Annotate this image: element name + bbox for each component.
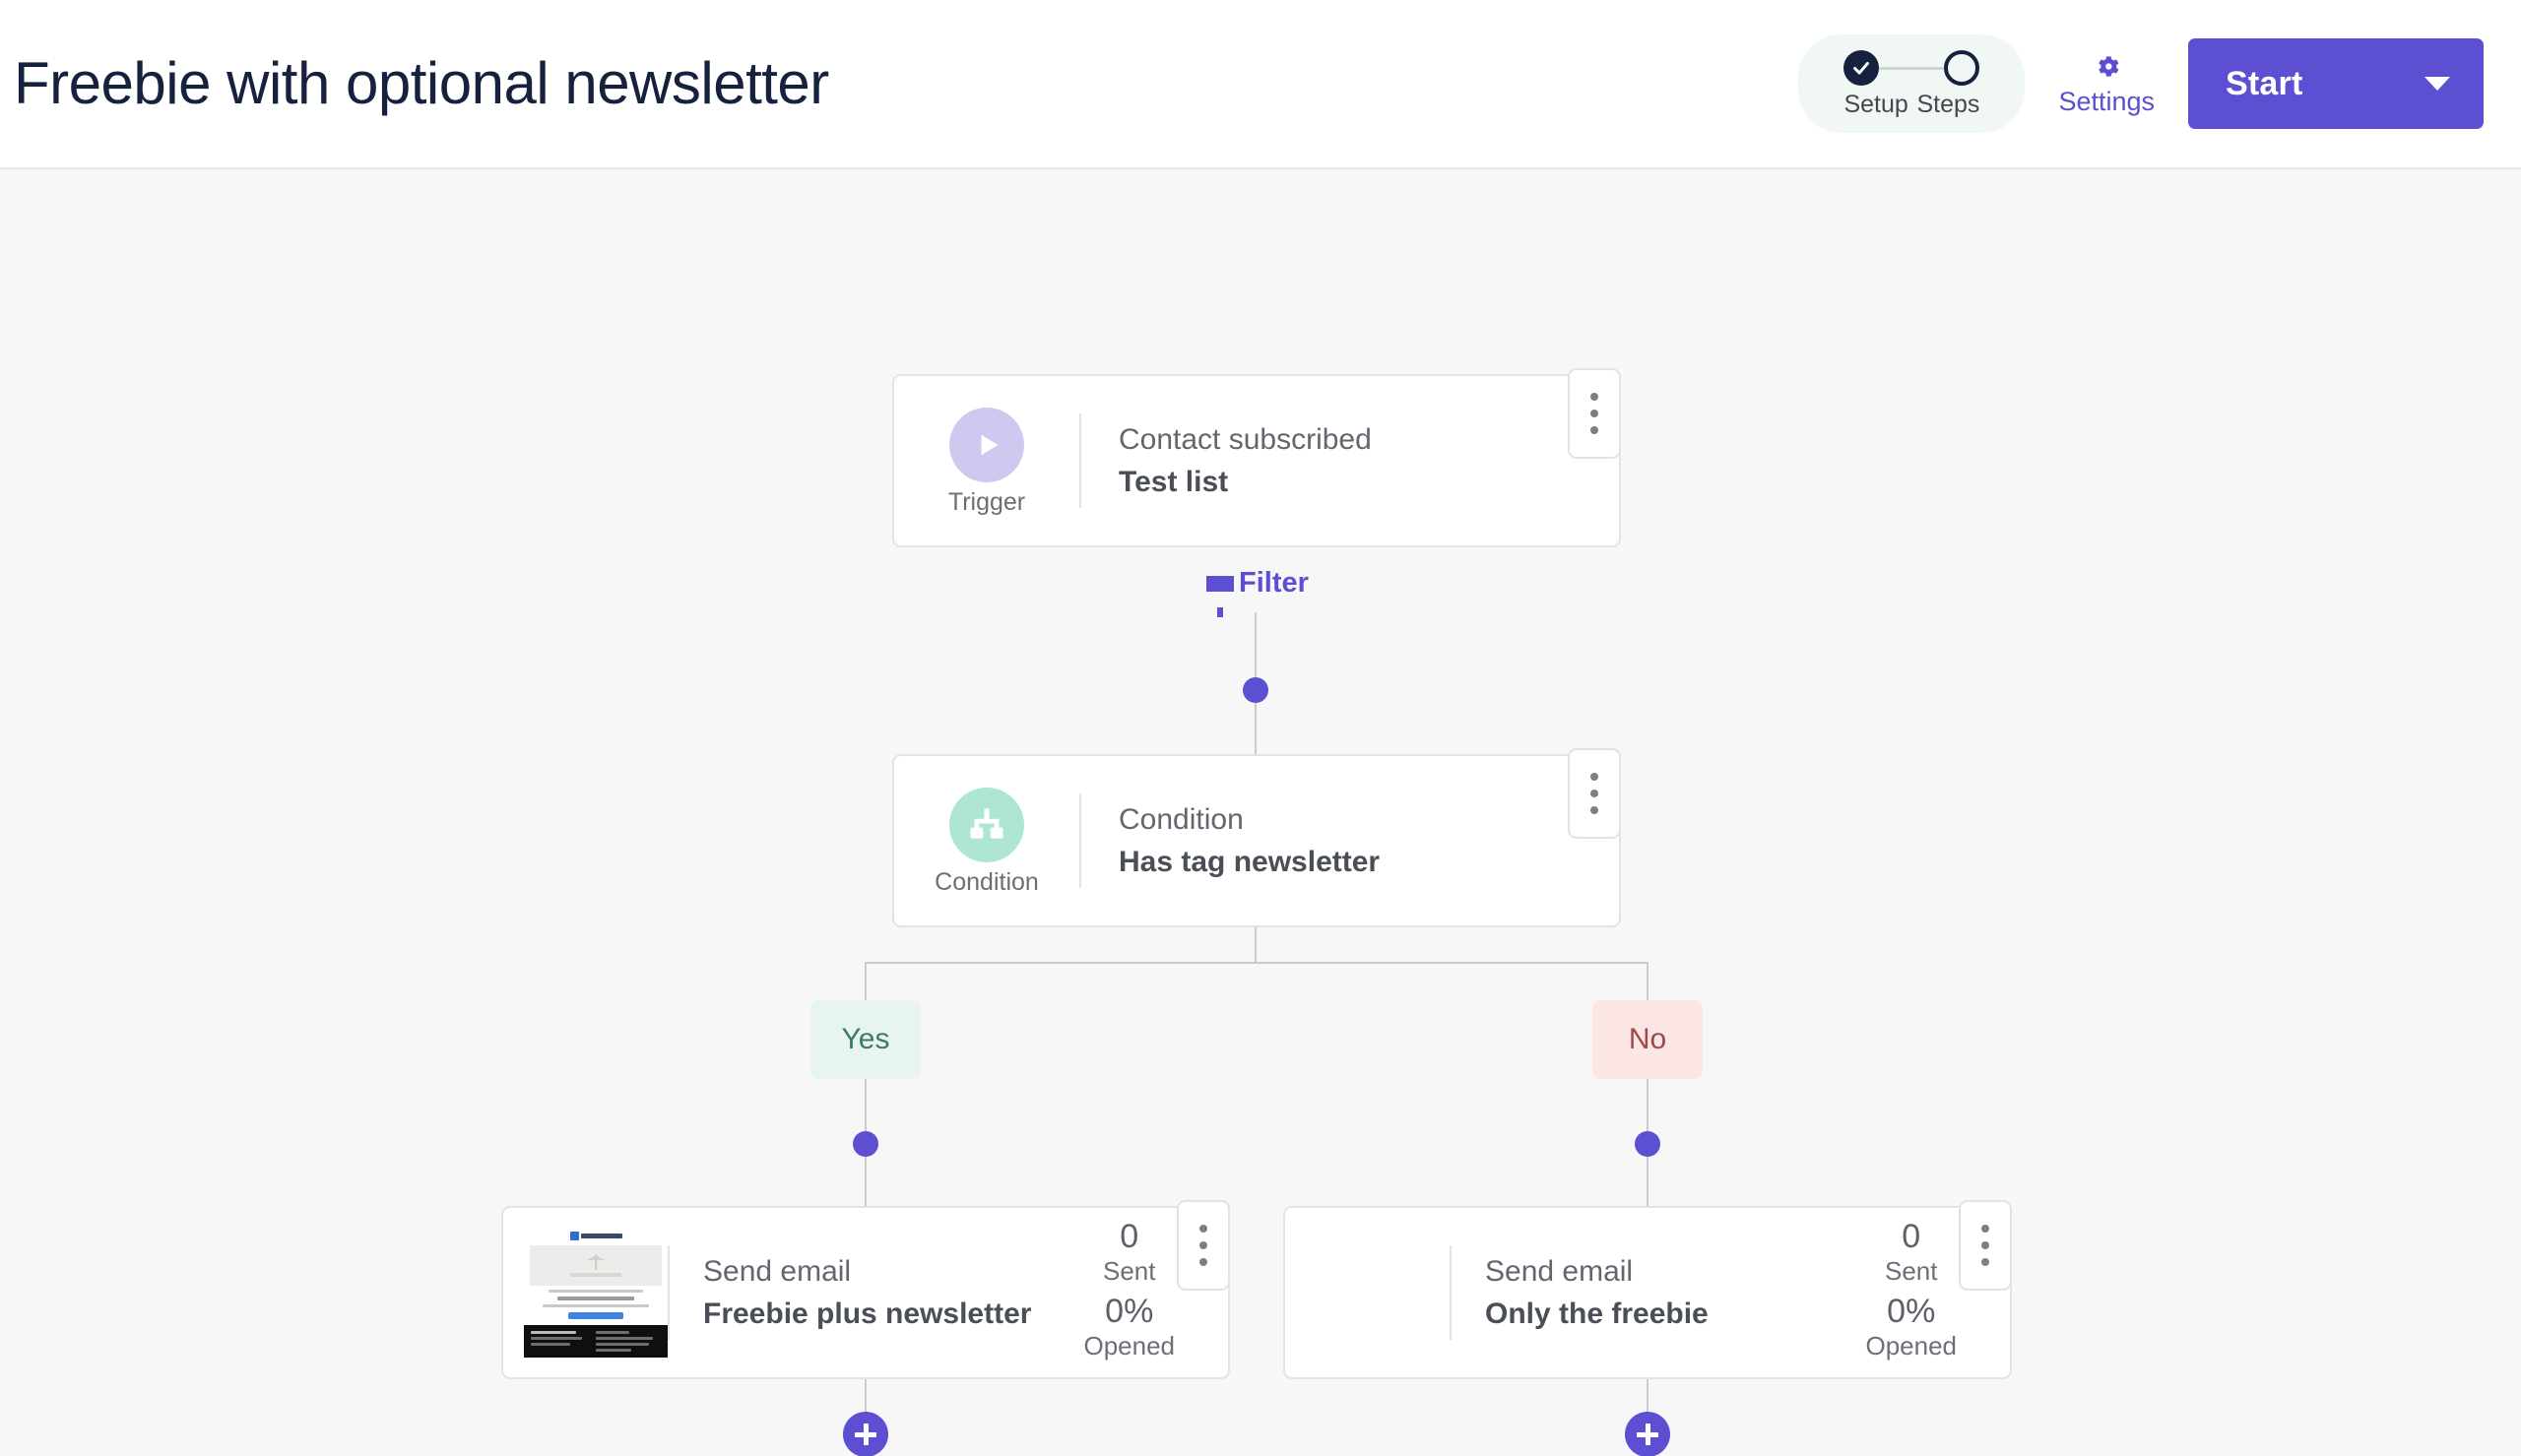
thumbnail-text-line	[549, 1289, 643, 1294]
condition-subtitle: Condition	[1119, 803, 1244, 837]
email-yes-opened-label: Opened	[1083, 1330, 1175, 1361]
trigger-kind-label: Trigger	[947, 487, 1026, 516]
thumbnail-footer	[524, 1325, 668, 1358]
progress-stepper: Setup Steps	[1798, 34, 2026, 133]
connector-branch-bar	[865, 962, 1648, 964]
start-button-label: Start	[2226, 64, 2303, 102]
connector-yes-down	[865, 1079, 867, 1134]
workflow-canvas: Trigger Contact subscribed Test list Fil…	[0, 169, 2521, 1456]
trigger-subtitle: Contact subscribed	[1119, 423, 1372, 457]
email-yes-subtitle: Send email	[703, 1255, 852, 1289]
app-header: Freebie with optional newsletter Setup S…	[0, 0, 2521, 169]
condition-title: Has tag newsletter	[1119, 845, 1381, 878]
page-title: Freebie with optional newsletter	[14, 50, 829, 116]
email-yes-title: Freebie plus newsletter	[703, 1297, 1032, 1330]
email-card-no[interactable]: Send email Only the freebie 0 Sent 0% Op…	[1283, 1200, 2012, 1379]
play-icon	[949, 407, 1024, 482]
trigger-card[interactable]: Trigger Contact subscribed Test list	[892, 368, 1621, 547]
email-yes-opened-value: 0%	[1105, 1293, 1154, 1330]
trigger-kebab-menu-icon[interactable]	[1568, 368, 1621, 459]
stepper-labels: Setup Steps	[1843, 92, 1979, 119]
trigger-title: Test list	[1119, 465, 1229, 498]
stepper-connector	[1879, 66, 1945, 70]
thumbnail-logo	[569, 1232, 622, 1240]
connector-condition-split	[1255, 927, 1257, 963]
filter-label[interactable]: Filter	[1206, 567, 1309, 617]
settings-button[interactable]: Settings	[2058, 51, 2155, 117]
connector-no-to-email	[1647, 1157, 1648, 1208]
condition-kind-label: Condition	[935, 867, 1039, 896]
connector-dot-to-condition	[1255, 703, 1257, 754]
connector-yes-to-email	[865, 1157, 867, 1208]
connector-dot-yes[interactable]	[853, 1131, 878, 1157]
connector-branch-right	[1647, 962, 1648, 1000]
email-yes-sent-value: 0	[1120, 1218, 1139, 1256]
email-no-kebab-menu-icon[interactable]	[1959, 1200, 2012, 1291]
trigger-text: Contact subscribed Test list	[1081, 422, 1619, 499]
email-no-sent-value: 0	[1902, 1218, 1921, 1256]
email-thumbnail-preview	[524, 1228, 668, 1358]
condition-text: Condition Has tag newsletter	[1081, 802, 1619, 879]
condition-icon-column: Condition	[894, 787, 1079, 896]
email-no-subtitle: Send email	[1485, 1255, 1634, 1289]
filter-label-text: Filter	[1239, 567, 1309, 599]
start-button[interactable]: Start	[2188, 38, 2484, 129]
email-yes-sent-label: Sent	[1102, 1255, 1156, 1286]
sitemap-icon	[949, 787, 1024, 862]
filter-icon	[1206, 575, 1234, 617]
trigger-icon-column: Trigger	[894, 407, 1079, 516]
email-no-opened-value: 0%	[1887, 1293, 1936, 1330]
play-glyph	[981, 434, 999, 455]
add-step-button-yes[interactable]	[843, 1412, 888, 1456]
connector-branch-left	[865, 962, 867, 1000]
email-card-yes[interactable]: Send email Freebie plus newsletter 0 Sen…	[501, 1200, 1230, 1379]
email-yes-text: Send email Freebie plus newsletter	[670, 1254, 1083, 1331]
sitemap-glyph	[970, 808, 1003, 839]
add-step-button-no[interactable]	[1625, 1412, 1670, 1456]
email-no-text: Send email Only the freebie	[1452, 1254, 1865, 1331]
thumbnail-hero-image	[530, 1245, 662, 1286]
email-no-sent-label: Sent	[1884, 1255, 1938, 1286]
branch-badge-no-label: No	[1628, 1023, 1667, 1055]
email-no-title: Only the freebie	[1485, 1297, 1709, 1330]
stepper-label-steps: Steps	[1916, 91, 1980, 119]
check-icon	[1853, 62, 1870, 75]
email-yes-kebab-menu-icon[interactable]	[1177, 1200, 1230, 1291]
header-actions: Setup Steps Settings Start	[1798, 34, 2484, 133]
condition-kebab-menu-icon[interactable]	[1568, 748, 1621, 839]
branch-badge-yes-label: Yes	[841, 1023, 890, 1055]
stepper-label-setup: Setup	[1843, 91, 1908, 119]
connector-dot-no[interactable]	[1635, 1131, 1660, 1157]
branch-badge-no: No	[1592, 1000, 1703, 1079]
stepper-track	[1843, 50, 1980, 87]
settings-label: Settings	[2058, 86, 2155, 116]
stepper-step-setup[interactable]	[1843, 50, 1880, 87]
thumbnail-cta-button	[568, 1311, 623, 1319]
gear-icon	[2098, 55, 2119, 77]
branch-badge-yes: Yes	[810, 1000, 921, 1079]
connector-dot-trigger[interactable]	[1243, 677, 1268, 703]
stepper-step-steps[interactable]	[1944, 50, 1980, 87]
connector-no-down	[1647, 1079, 1648, 1134]
thumbnail-text-line	[543, 1304, 649, 1307]
chevron-down-icon[interactable]	[2424, 77, 2450, 91]
thumbnail-heading-line	[557, 1297, 634, 1301]
condition-card[interactable]: Condition Condition Has tag newsletter	[892, 748, 1621, 927]
email-no-opened-label: Opened	[1865, 1330, 1957, 1361]
